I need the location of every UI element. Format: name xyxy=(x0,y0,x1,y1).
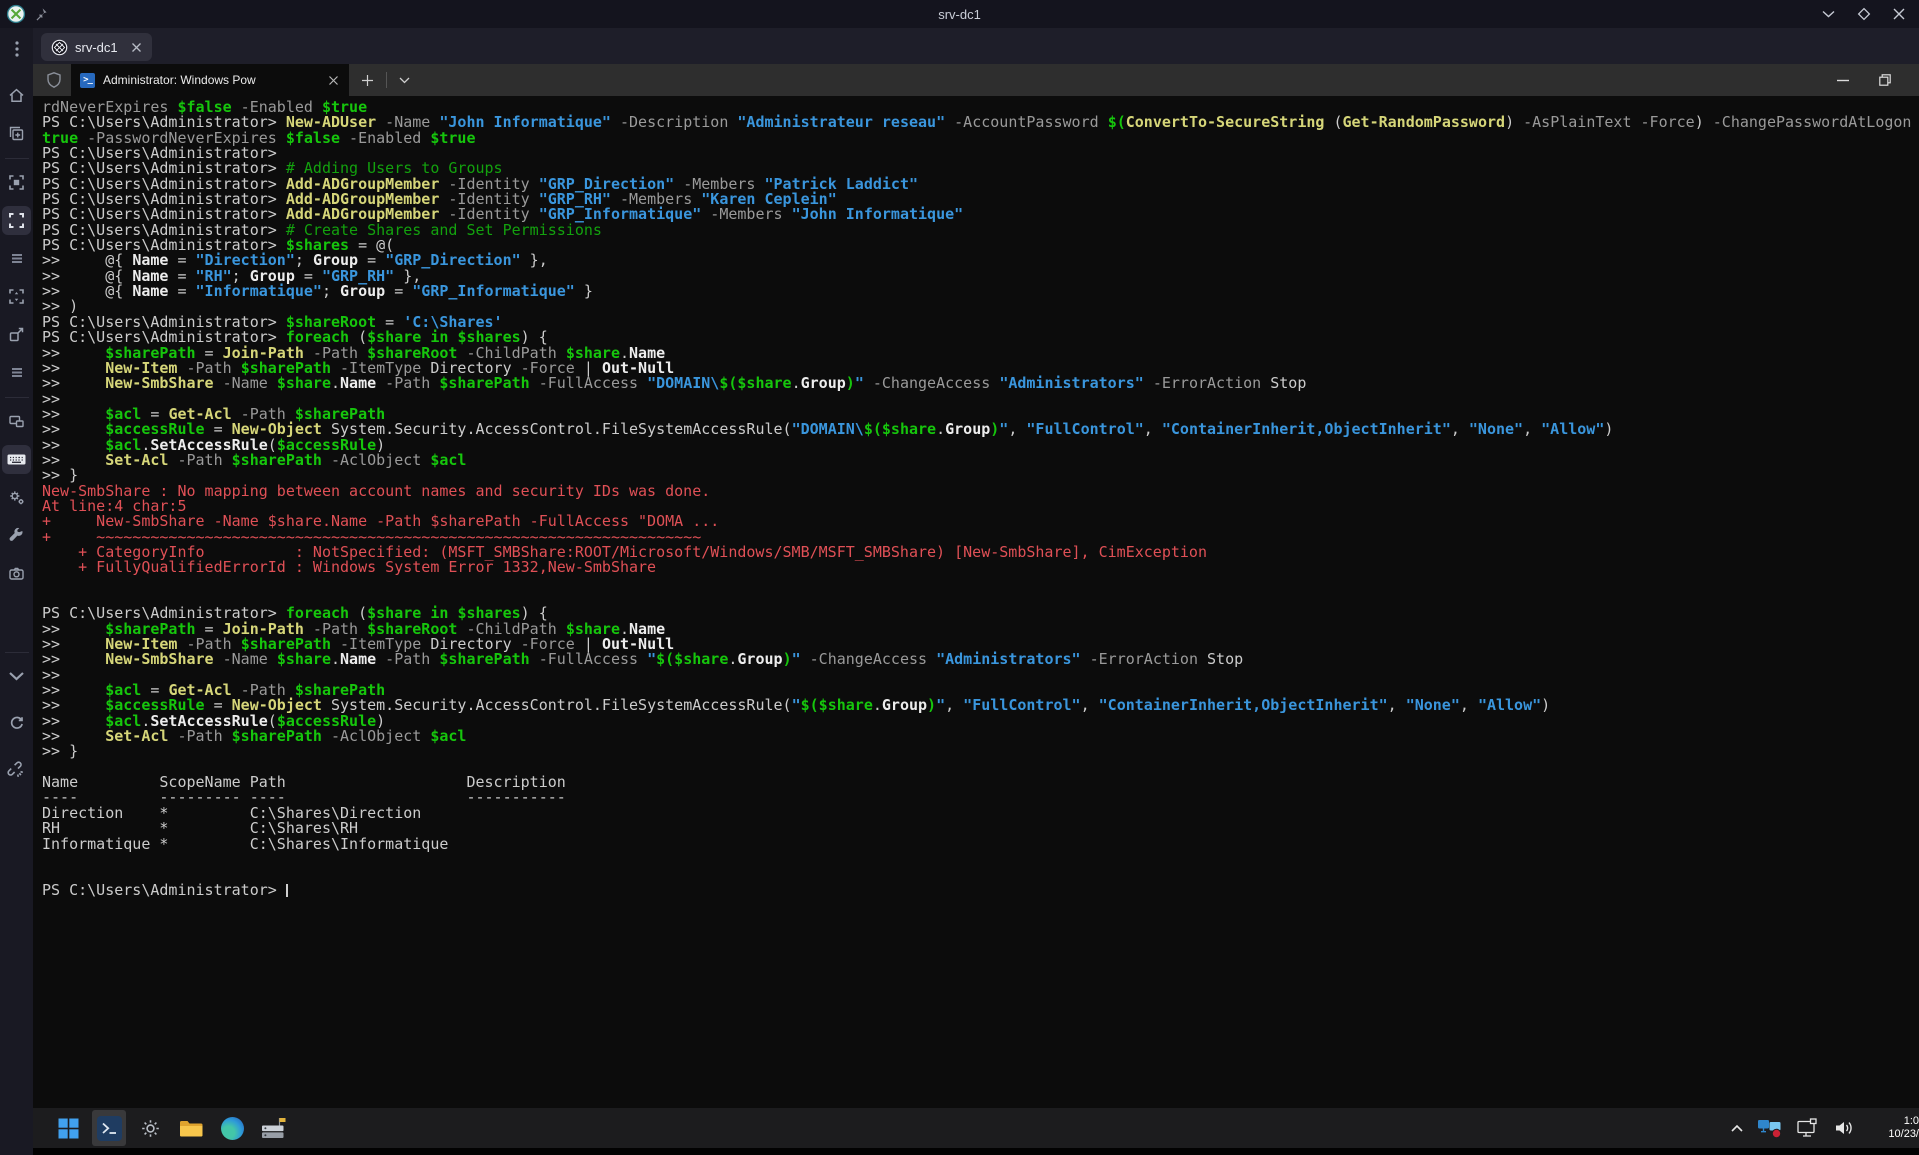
displays-icon[interactable] xyxy=(2,407,31,436)
keyboard-icon[interactable] xyxy=(2,445,31,474)
sidebar-divider xyxy=(5,158,29,159)
terminal-tab-title: Administrator: Windows Pow xyxy=(103,73,256,87)
taskbar-edge-button[interactable] xyxy=(215,1110,249,1146)
terminal-tab-close-icon[interactable] xyxy=(328,75,339,86)
terminal-minimize-icon[interactable] xyxy=(1837,79,1849,82)
menu-alt-icon[interactable] xyxy=(2,358,31,387)
network-status-alert-icon[interactable] xyxy=(1757,1117,1784,1139)
new-tab-icon[interactable] xyxy=(361,74,374,87)
screenshot-camera-icon[interactable] xyxy=(2,559,31,588)
window-detach-icon[interactable] xyxy=(1857,7,1871,21)
terminal-line: + FullyQualifiedErrorId : Windows System… xyxy=(42,560,1919,575)
terminal-cursor xyxy=(286,884,288,897)
vm-console-icon xyxy=(51,39,68,56)
terminal-content[interactable]: rdNeverExpires $false -Enabled $truePS C… xyxy=(33,96,1919,1108)
taskbar-powershell-button[interactable] xyxy=(92,1110,126,1146)
folder-icon xyxy=(179,1119,204,1138)
tools-wrench-icon[interactable] xyxy=(2,521,31,550)
taskbar-file-explorer-button[interactable] xyxy=(174,1110,208,1146)
settings-gears-icon[interactable] xyxy=(2,483,31,512)
collapse-chevron-icon[interactable] xyxy=(2,662,31,691)
terminal-line: >> New-SmbShare -Name $share.Name -Path … xyxy=(42,652,1919,667)
terminal-line xyxy=(42,867,1919,882)
clock-date: 10/23/ xyxy=(1869,1128,1919,1141)
tab-close-icon[interactable] xyxy=(131,42,142,53)
screen-letterbox xyxy=(33,1148,1919,1155)
clock-time: 1:0 xyxy=(1869,1115,1919,1128)
display-icon[interactable] xyxy=(1797,1118,1821,1139)
kebab-menu-icon[interactable] xyxy=(2,34,31,63)
fullscreen-icon[interactable] xyxy=(2,206,31,235)
volume-icon[interactable] xyxy=(1834,1119,1856,1137)
taskbar: 1:0 10/23/ xyxy=(33,1108,1919,1148)
sidebar-divider xyxy=(5,397,29,398)
center-screen-icon[interactable] xyxy=(2,168,31,197)
terminal-line: >> @{ Name = "Informatique"; Group = "GR… xyxy=(42,284,1919,299)
terminal-line: New-SmbShare : No mapping between accoun… xyxy=(42,484,1919,499)
sidebar-divider xyxy=(5,652,29,653)
terminal-line: >> New-SmbShare -Name $share.Name -Path … xyxy=(42,376,1919,391)
reload-icon[interactable] xyxy=(2,709,31,738)
fit-to-screen-icon[interactable] xyxy=(2,282,31,311)
tabbar-separator xyxy=(386,72,387,88)
admin-shield-icon xyxy=(45,71,63,90)
window-title: srv-dc1 xyxy=(220,7,1699,22)
terminal-line xyxy=(42,576,1919,591)
terminal-tab[interactable]: >_ Administrator: Windows Pow xyxy=(71,64,349,96)
app-titlebar: srv-dc1 xyxy=(0,0,1919,28)
new-window-icon[interactable] xyxy=(2,119,31,148)
tab-dropdown-icon[interactable] xyxy=(399,77,410,84)
terminal-line: PS C:\Users\Administrator> xyxy=(42,883,1919,898)
app-logo-icon xyxy=(6,4,26,24)
taskbar-clock[interactable]: 1:0 10/23/ xyxy=(1869,1115,1919,1141)
disconnect-icon[interactable] xyxy=(2,756,31,785)
viewer-tabstrip: srv-dc1 xyxy=(33,28,1919,64)
edge-icon xyxy=(221,1117,244,1140)
tray-expand-icon[interactable] xyxy=(1730,1124,1744,1133)
terminal-line: Informatique * C:\Shares\Informatique xyxy=(42,837,1919,852)
home-icon[interactable] xyxy=(2,81,31,110)
window-collapse-icon[interactable] xyxy=(1822,10,1835,18)
pin-icon[interactable] xyxy=(34,7,48,21)
resize-guest-icon[interactable] xyxy=(2,320,31,349)
screen: srv-dc1 srv-dc1 xyxy=(0,0,1919,1155)
menu-icon[interactable] xyxy=(2,244,31,273)
start-button[interactable] xyxy=(51,1110,85,1146)
terminal-line: >> } xyxy=(42,744,1919,759)
terminal-tabbar: >_ Administrator: Windows Pow xyxy=(33,64,1919,96)
terminal-line: >> Set-Acl -Path $sharePath -AclObject $… xyxy=(42,729,1919,744)
viewer-sidebar xyxy=(0,28,33,1155)
terminal-restore-icon[interactable] xyxy=(1879,74,1891,86)
window-close-icon[interactable] xyxy=(1893,8,1905,20)
taskbar-settings-button[interactable] xyxy=(133,1110,167,1146)
terminal-line xyxy=(42,852,1919,867)
powershell-icon: >_ xyxy=(80,73,95,88)
taskbar-server-manager-button[interactable] xyxy=(256,1110,290,1146)
tab-label: srv-dc1 xyxy=(75,40,118,55)
terminal-line: >> Set-Acl -Path $sharePath -AclObject $… xyxy=(42,453,1919,468)
terminal-line: true -PasswordNeverExpires $false -Enabl… xyxy=(42,131,1919,146)
tab-srv-dc1[interactable]: srv-dc1 xyxy=(41,33,152,61)
